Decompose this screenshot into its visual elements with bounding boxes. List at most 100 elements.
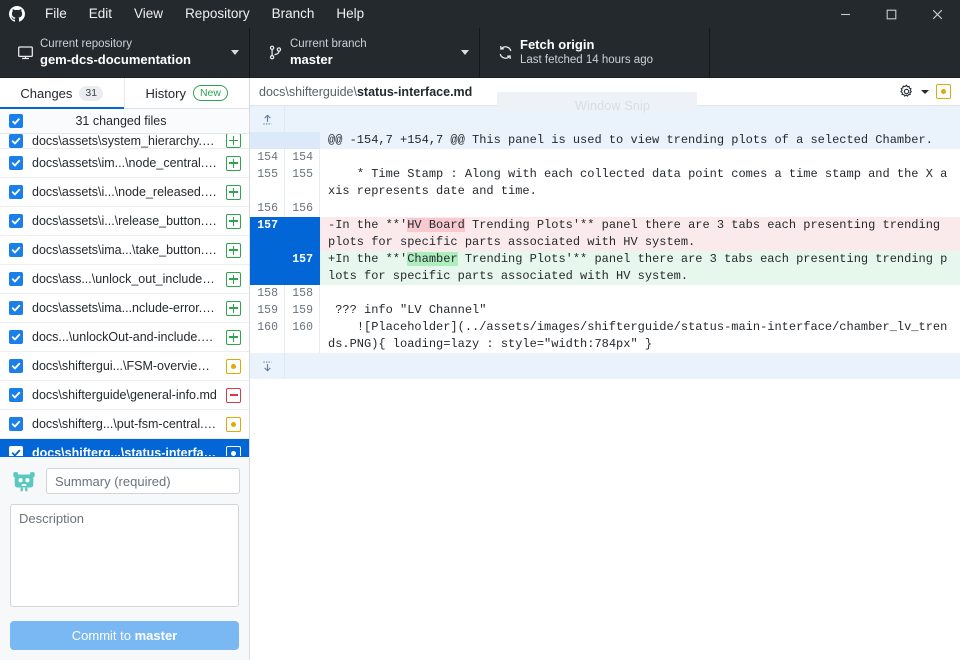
diff-line-text: ??? info "LV Channel"	[328, 303, 487, 317]
commit-description-input[interactable]	[10, 504, 239, 607]
file-checkbox[interactable]	[9, 272, 23, 286]
close-icon[interactable]	[914, 0, 960, 28]
chevron-down-icon[interactable]	[921, 89, 929, 94]
menu-repository[interactable]: Repository	[174, 0, 261, 28]
diff-text-prefix: -In the **'	[328, 218, 408, 232]
commit-summary-input[interactable]	[46, 468, 240, 494]
file-checkbox[interactable]	[9, 330, 23, 344]
file-checkbox[interactable]	[9, 214, 23, 228]
github-logo-icon	[0, 6, 34, 22]
gear-icon[interactable]	[899, 84, 914, 99]
diff-line-number: 154	[250, 149, 285, 166]
diff-line-add[interactable]: 157 +In the **'Chamber Trending Plots'** …	[250, 251, 960, 285]
diff-expand-up-row[interactable]	[250, 106, 960, 132]
commit-panel: Commit to master	[0, 456, 249, 660]
sync-refresh-icon	[490, 44, 520, 61]
menu-edit[interactable]: Edit	[78, 0, 123, 28]
file-status-added-icon	[226, 134, 241, 148]
file-row[interactable]: docs\shifterguide\general-info.md	[0, 381, 249, 410]
desktop-monitor-icon	[10, 44, 40, 61]
file-row[interactable]: docs\shifterg...\put-fsm-central.md	[0, 410, 249, 439]
expand-up-icon[interactable]	[250, 106, 285, 132]
menu-file[interactable]: File	[34, 0, 78, 28]
app-body: Changes 31 History New 31 changed files …	[0, 78, 960, 660]
diff-content[interactable]: @@ -154,7 +154,7 @@ This panel is used t…	[250, 106, 960, 660]
diff-line-text: @@ -154,7 +154,7 @@ This panel is used t…	[328, 133, 933, 147]
diff-line-text: * Time Stamp : Along with each collected…	[328, 167, 948, 198]
diff-file-path: docs\shifterguide\status-interface.md	[259, 85, 892, 99]
tab-changes[interactable]: Changes 31	[0, 78, 125, 109]
file-checkbox[interactable]	[9, 185, 23, 199]
diff-line-number: 156	[285, 200, 320, 217]
diff-line-number: 155	[285, 166, 320, 200]
expand-down-icon[interactable]	[250, 353, 285, 379]
current-repository-button[interactable]: Current repository gem-dcs-documentation	[0, 28, 250, 77]
file-path-label: docs...\unlockOut-and-include.png	[32, 330, 217, 344]
branch-icon	[260, 44, 290, 61]
commit-summary-row	[10, 467, 240, 495]
diff-line-context: 158 158	[250, 285, 960, 302]
menu-help[interactable]: Help	[325, 0, 375, 28]
file-row[interactable]: docs\shiftergui...\FSM-overview.md	[0, 352, 249, 381]
file-checkbox[interactable]	[9, 446, 23, 456]
diff-expand-up-area	[285, 106, 960, 132]
current-branch-text: Current branch master	[290, 37, 455, 68]
diff-line-number	[250, 132, 285, 149]
current-repository-value: gem-dcs-documentation	[40, 52, 191, 67]
file-row[interactable]: docs...\unlockOut-and-include.png	[0, 323, 249, 352]
titlebar-drag-region	[375, 0, 822, 28]
file-status-modified-icon	[226, 445, 241, 456]
changes-sidebar: Changes 31 History New 31 changed files …	[0, 78, 250, 660]
file-checkbox[interactable]	[9, 359, 23, 373]
file-row[interactable]: docs\assets\i...\release_button.PNG	[0, 207, 249, 236]
file-row[interactable]: docs\shifterg...\status-interface.md	[0, 439, 249, 456]
diff-line-number: 158	[250, 285, 285, 302]
commit-to-branch-button[interactable]: Commit to master	[10, 621, 239, 650]
octocat-avatar-icon	[10, 467, 38, 495]
file-checkbox[interactable]	[9, 301, 23, 315]
diff-line-text	[320, 149, 960, 166]
menu-branch[interactable]: Branch	[261, 0, 326, 28]
tab-history[interactable]: History New	[125, 78, 250, 108]
current-branch-button[interactable]: Current branch master	[250, 28, 480, 77]
tab-history-new-badge: New	[192, 85, 228, 101]
file-checkbox[interactable]	[9, 134, 23, 148]
menu-view[interactable]: View	[123, 0, 174, 28]
file-status-added-icon	[226, 271, 241, 287]
diff-line-text	[320, 200, 960, 217]
file-path-label: docs\assets\i...\release_button.PNG	[32, 214, 217, 228]
diff-line-number: 154	[285, 149, 320, 166]
file-row[interactable]: docs\assets\im...\node_central.PNG	[0, 149, 249, 178]
diff-line-context: 156 156	[250, 200, 960, 217]
minimize-icon[interactable]	[822, 0, 868, 28]
window-controls	[822, 0, 960, 28]
diff-path-filename: status-interface.md	[356, 84, 473, 99]
fetch-origin-button[interactable]: Fetch origin Last fetched 14 hours ago	[480, 28, 710, 77]
select-all-checkbox[interactable]	[9, 114, 23, 128]
current-repository-text: Current repository gem-dcs-documentation	[40, 37, 225, 68]
diff-expand-down-row[interactable]	[250, 353, 960, 379]
commit-button-prefix: Commit to	[71, 628, 135, 643]
diff-line-number: 159	[285, 302, 320, 319]
file-checkbox[interactable]	[9, 156, 23, 170]
file-path-label: docs\ass...\unlock_out_include.PNG	[32, 272, 217, 286]
file-row[interactable]: docs\assets\system_hierarchy.PNG	[0, 134, 249, 149]
file-status-modified-icon	[226, 358, 241, 374]
changed-files-list[interactable]: docs\assets\system_hierarchy.PNG docs\ass…	[0, 134, 249, 456]
file-checkbox[interactable]	[9, 388, 23, 402]
file-row[interactable]: docs\assets\ima...nclude-error.png	[0, 294, 249, 323]
diff-line-del[interactable]: 157 -In the **'HV Board Trending Plots'**…	[250, 217, 960, 251]
diff-word-highlight: HV Board	[407, 218, 465, 232]
file-checkbox[interactable]	[9, 417, 23, 431]
file-row[interactable]: docs\assets\i...\node_released.PNG	[0, 178, 249, 207]
diff-line-number	[250, 251, 285, 285]
menu-bar: File Edit View Repository Branch Help	[34, 0, 375, 28]
file-checkbox[interactable]	[9, 243, 23, 257]
maximize-icon[interactable]	[868, 0, 914, 28]
file-row[interactable]: docs\ass...\unlock_out_include.PNG	[0, 265, 249, 294]
file-path-label: docs\shifterg...\put-fsm-central.md	[32, 417, 217, 431]
changed-files-count-label: 31 changed files	[75, 114, 167, 128]
chevron-down-icon	[231, 50, 239, 55]
file-row[interactable]: docs\assets\ima...\take_button.PNG	[0, 236, 249, 265]
diff-line-number: 159	[250, 302, 285, 319]
